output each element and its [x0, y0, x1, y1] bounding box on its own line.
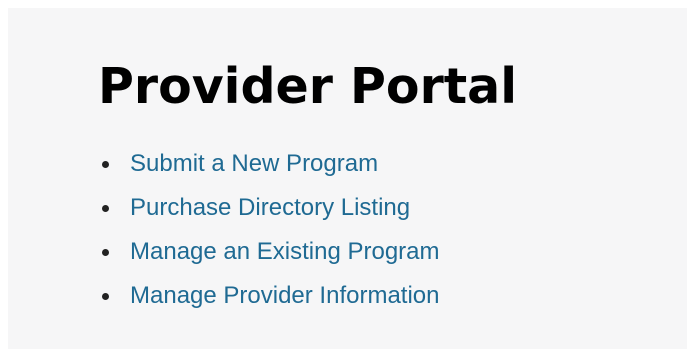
page-title: Provider Portal: [98, 58, 518, 115]
list-item: Manage an Existing Program: [98, 230, 440, 274]
bullet-icon: [102, 248, 109, 256]
bullet-icon: [102, 204, 109, 212]
provider-menu-list: Submit a New Program Purchase Directory …: [98, 142, 440, 318]
list-item: Manage Provider Information: [98, 274, 440, 318]
submit-new-program-link[interactable]: Submit a New Program: [130, 150, 378, 178]
provider-portal-panel: Provider Portal Submit a New Program Pur…: [8, 8, 687, 349]
manage-existing-program-link[interactable]: Manage an Existing Program: [130, 238, 440, 266]
manage-provider-information-link[interactable]: Manage Provider Information: [130, 282, 440, 310]
list-item: Purchase Directory Listing: [98, 186, 440, 230]
bullet-icon: [102, 160, 109, 168]
bullet-icon: [102, 292, 109, 300]
purchase-directory-listing-link[interactable]: Purchase Directory Listing: [130, 194, 410, 222]
list-item: Submit a New Program: [98, 142, 440, 186]
